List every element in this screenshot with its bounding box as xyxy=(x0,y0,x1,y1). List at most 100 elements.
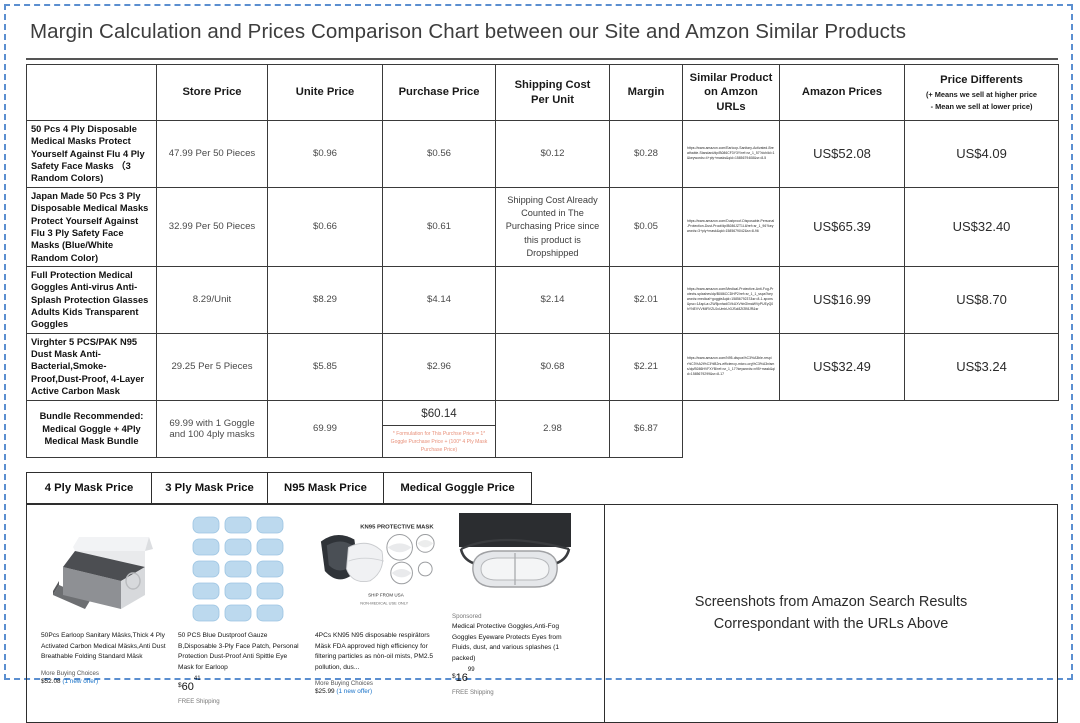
cell-shipping-cost: $2.14 xyxy=(495,265,610,334)
cell-product-name: Bundle Recommended: Medical Goggle + 4Pl… xyxy=(26,399,157,459)
price-whole: 16 xyxy=(455,671,468,684)
cell-amazon-price-empty xyxy=(779,400,905,458)
cell-price-difference: US$4.09 xyxy=(904,120,1059,188)
col-header-store-price: Store Price xyxy=(156,64,268,121)
list-item[interactable]: Sponsored Medical Protective Goggles,Ant… xyxy=(448,513,582,718)
screenshots-note-panel: Screenshots from Amazon Search Results C… xyxy=(605,505,1057,722)
page-title: Margin Calculation and Prices Comparison… xyxy=(30,20,907,43)
table-row: Virghter 5 PCS/PAK N95 Dust Mask Anti-Ba… xyxy=(26,332,1059,401)
col-header-unite-price: Unite Price xyxy=(267,64,383,121)
new-offer-link[interactable]: (1 new offer) xyxy=(62,678,98,685)
cell-shipping-cost: $0.68 xyxy=(495,332,610,401)
table-row: 50 Pcs 4 Ply Disposable Medical Masks Pr… xyxy=(26,120,1059,188)
list-item[interactable]: 50Pcs Earloop Sanitary Mäsks,Thick 4 Ply… xyxy=(37,513,171,718)
cell-purchase-price: $0.61 xyxy=(382,186,496,267)
more-buying-choices-label: More Buying Choices xyxy=(41,669,99,677)
cell-store-price: 47.99 Per 50 Pieces xyxy=(156,120,268,188)
cell-margin: $0.05 xyxy=(609,186,683,267)
cell-price-difference: US$3.24 xyxy=(904,332,1059,401)
col-header-purchase-price: Purchase Price xyxy=(382,64,496,121)
col-header-product xyxy=(26,64,157,121)
cell-shipping-cost: Shipping Cost Already Counted in The Pur… xyxy=(495,186,610,267)
free-shipping-label: FREE Shipping xyxy=(452,688,494,696)
more-buying-choices-label: More Buying Choices xyxy=(315,679,373,687)
amazon-url-text: https://www.amazon.com/Dustproof-Disposa… xyxy=(687,219,775,234)
price-currency: $ xyxy=(178,681,182,689)
product-price: $52.08 (1 new offer) xyxy=(41,678,167,685)
product-title: 4PCs KN95 N95 disposable respirätors Mäs… xyxy=(315,632,433,671)
carbon-mask-box-icon xyxy=(53,537,153,610)
svg-text:KN95 PROTECTIVE MASK: KN95 PROTECTIVE MASK xyxy=(360,525,434,531)
cell-amazon-url[interactable]: https://www.amazon.com/Earloop-Sanitary-… xyxy=(682,120,780,188)
col-header-urls: Similar Product on Amzon URLs xyxy=(682,64,780,121)
table-row: Full Protection Medical Goggles Anti-vir… xyxy=(26,265,1059,334)
cell-margin: $0.28 xyxy=(609,120,683,188)
cell-product-name: Full Protection Medical Goggles Anti-vir… xyxy=(26,265,157,334)
cell-amazon-url[interactable]: https://www.amazon.com/Dustproof-Disposa… xyxy=(682,186,780,267)
col-header-shipping-cost: Shipping Cost Per Unit xyxy=(495,64,610,121)
blue-masks-grid-image xyxy=(178,513,304,625)
tab-n95-mask-price[interactable]: N95 Mask Price xyxy=(267,472,384,505)
amazon-product-cards: 50Pcs Earloop Sanitary Mäsks,Thick 4 Ply… xyxy=(27,505,605,723)
price-differents-sub2: - Mean we sell at lower price) xyxy=(930,101,1033,111)
svg-text:NON-MEDICAL USE ONLY: NON-MEDICAL USE ONLY xyxy=(360,601,408,606)
tab-3-ply-mask-price[interactable]: 3 Ply Mask Price xyxy=(151,472,268,505)
cell-unite-price: $0.96 xyxy=(267,120,383,188)
carbon-mask-box-image xyxy=(41,513,167,625)
cell-store-price: 32.99 Per 50 Pieces xyxy=(156,186,268,267)
cell-amazon-url[interactable]: https://www.amazon.com/Medical-Protectiv… xyxy=(682,265,780,334)
cell-unite-price: 69.99 xyxy=(267,399,383,459)
cell-product-name: 50 Pcs 4 Ply Disposable Medical Masks Pr… xyxy=(26,120,157,188)
cell-price-difference: US$32.40 xyxy=(904,186,1059,267)
cell-store-price: 8.29/Unit xyxy=(156,265,268,334)
category-tab-bar: 4 Ply Mask Price 3 Ply Mask Price N95 Ma… xyxy=(26,472,532,505)
table-header-row: Store Price Unite Price Purchase Price S… xyxy=(26,64,1059,121)
product-title: 50 PCS Blue Dustproof Gauze B,Disposable… xyxy=(178,632,299,671)
n95-respirator-model-image: KN95 PROTECTIVE MASK SHIP FROM USA NON-M… xyxy=(315,513,441,625)
screenshots-note-line2: Correspondant with the URLs Above xyxy=(713,615,949,632)
cell-amazon-price: US$32.49 xyxy=(779,332,905,401)
tab-4-ply-mask-price[interactable]: 4 Ply Mask Price xyxy=(26,472,152,505)
table-row-bundle: Bundle Recommended: Medical Goggle + 4Pl… xyxy=(26,399,1059,459)
cell-margin: $2.21 xyxy=(609,332,683,401)
cell-store-price: 69.99 with 1 Goggle and 100 4ply masks xyxy=(156,399,268,459)
cell-margin: $6.87 xyxy=(609,399,683,459)
list-item[interactable]: 50 PCS Blue Dustproof Gauze B,Disposable… xyxy=(174,513,308,718)
list-item[interactable]: KN95 PROTECTIVE MASK SHIP FROM USA NON-M… xyxy=(311,513,445,718)
price-value: $52.08 xyxy=(41,677,61,685)
bundle-purchase-price: $60.14 xyxy=(383,401,495,426)
page-content: Margin Calculation and Prices Comparison… xyxy=(0,0,1080,723)
cell-unite-price: $5.85 xyxy=(267,332,383,401)
col-header-margin: Margin xyxy=(609,64,683,121)
urls-line3: URLs xyxy=(716,100,746,113)
price-differents-title: Price Differents xyxy=(940,74,1023,87)
product-title: Medical Protective Goggles,Anti-Fog Gogg… xyxy=(452,623,562,662)
urls-line1: Similar Product xyxy=(689,72,773,84)
shipping-cost-line2: Per Unit xyxy=(531,93,574,106)
cell-price-difference-empty xyxy=(904,400,1059,458)
cell-amazon-url-empty xyxy=(682,400,780,458)
col-header-amazon-prices: Amazon Prices xyxy=(779,64,905,121)
cell-amazon-price: US$52.08 xyxy=(779,120,905,188)
cell-price-difference: US$8.70 xyxy=(904,265,1059,334)
amazon-url-text: https://www.amazon.com/Medical-Protectiv… xyxy=(687,287,774,312)
amazon-url-text: https://www.amazon.com/Earloop-Sanitary-… xyxy=(687,146,775,161)
table-row: Japan Made 50 Pcs 3 Ply Disposable Medic… xyxy=(26,186,1059,267)
cell-shipping-cost: 2.98 xyxy=(495,399,610,459)
price-cents: 41 xyxy=(193,676,201,683)
cell-purchase-price: $0.56 xyxy=(382,120,496,188)
bundle-formula-note: * Formulation for This Purchse Price = 1… xyxy=(390,430,488,454)
cell-purchase-price: $4.14 xyxy=(382,265,496,334)
shipping-cost-line1: Shipping Cost xyxy=(514,79,591,92)
cell-product-name: Japan Made 50 Pcs 3 Ply Disposable Medic… xyxy=(26,186,157,267)
price-cents: 99 xyxy=(467,667,475,674)
new-offer-link[interactable]: (1 new offer) xyxy=(336,688,372,695)
amazon-url-text: https://www.amazon.com/N95-dispos%C3%A3b… xyxy=(687,356,775,376)
tab-medical-goggle-price[interactable]: Medical Goggle Price xyxy=(383,472,532,505)
screenshots-panel: 50Pcs Earloop Sanitary Mäsks,Thick 4 Ply… xyxy=(26,504,1058,723)
cell-amazon-url[interactable]: https://www.amazon.com/N95-dispos%C3%A3b… xyxy=(682,332,780,401)
cell-shipping-cost: $0.12 xyxy=(495,120,610,188)
cell-store-price: 29.25 Per 5 Pieces xyxy=(156,332,268,401)
sponsored-label: Sponsored xyxy=(452,613,482,621)
n95-respirator-icon: KN95 PROTECTIVE MASK SHIP FROM USA NON-M… xyxy=(315,518,441,621)
